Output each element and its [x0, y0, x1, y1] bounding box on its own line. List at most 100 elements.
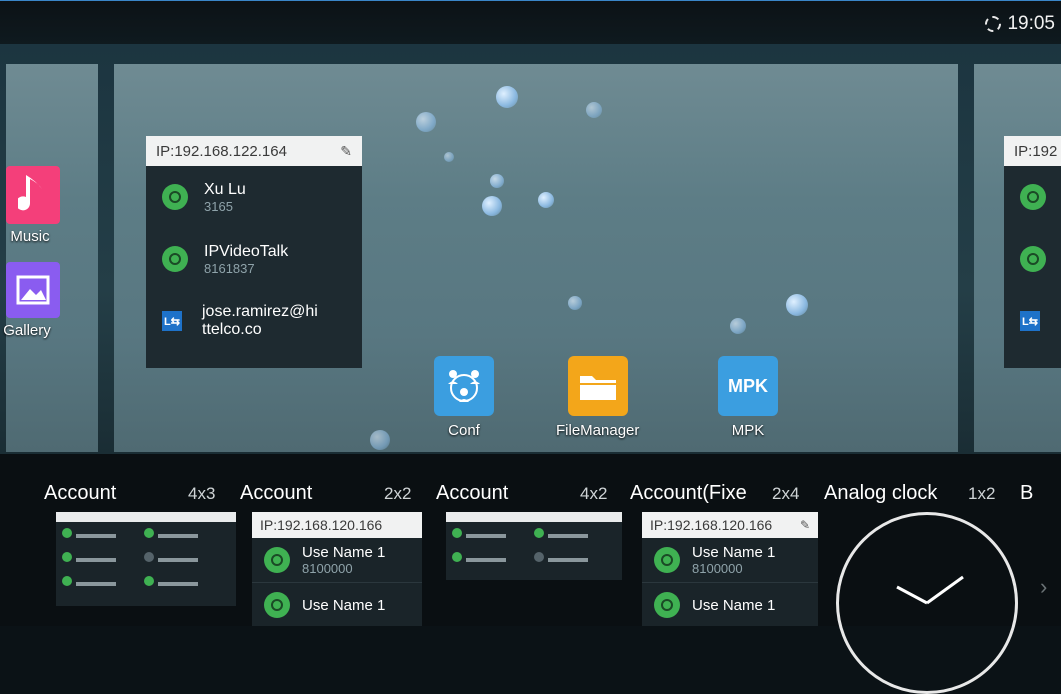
contact-icon — [162, 184, 188, 210]
preview-header — [446, 512, 622, 522]
preview-number: 8100000 — [692, 561, 743, 576]
account-ip-label: IP:192.168.122.164 — [156, 142, 287, 160]
wallpaper-bubble — [490, 174, 504, 188]
wallpaper-bubble — [416, 112, 436, 132]
widget-title: Account — [44, 482, 117, 504]
wallpaper-bubble — [568, 296, 582, 310]
contact-icon — [654, 547, 680, 573]
account-number: 3165 — [204, 198, 233, 214]
widget-title: Account — [240, 482, 313, 504]
app-music-label: Music — [10, 228, 50, 245]
account-row[interactable]: IPVideoTalk 8161837 — [146, 228, 362, 290]
widget-preview-account-2x2[interactable]: IP:192.168.120.166 Use Name 1 8100000 Use… — [252, 512, 422, 626]
preview-row — [56, 522, 236, 546]
pin-icon[interactable]: ✎ — [340, 143, 352, 160]
preview-header: IP:192.168.120.166 ✎ — [642, 512, 818, 538]
account-row[interactable] — [1004, 228, 1061, 290]
preview-name: Use Name 1 — [302, 596, 386, 614]
preview-row: Use Name 1 — [642, 583, 818, 626]
preview-row — [446, 522, 622, 546]
app-filemanager-label: FileManager — [556, 422, 640, 439]
lync-icon: L⇆ — [1020, 311, 1040, 331]
home-page-center[interactable]: IP:192.168.122.164 ✎ Xu Lu 3165 IPVideoT… — [114, 64, 958, 486]
status-clock: 19:05 — [985, 13, 1055, 35]
preview-ip: IP:192.168.120.166 — [650, 517, 773, 533]
preview-name: Use Name 1 — [302, 544, 386, 561]
account-ip-label: IP:192 — [1014, 142, 1058, 160]
account-widget-header: IP:192 — [1004, 136, 1061, 166]
wallpaper-bubble — [496, 86, 518, 108]
contact-icon — [264, 547, 290, 573]
status-bar: 19:05 — [0, 0, 1061, 45]
wallpaper-bubble — [538, 192, 554, 208]
widget-preview-account-4x3[interactable] — [56, 512, 236, 606]
pin-icon: ✎ — [799, 518, 810, 532]
app-mpk[interactable]: MPK MPK — [718, 356, 778, 439]
preview-name: Use Name 1 — [692, 544, 776, 561]
home-page-right[interactable]: IP:192 L⇆ — [974, 64, 1061, 452]
account-row[interactable]: L⇆ — [1004, 290, 1061, 352]
contact-icon — [1020, 184, 1046, 210]
wallpaper-bubble — [586, 102, 602, 118]
wallpaper-bubble — [730, 318, 746, 334]
widget-size: 1x2 — [968, 484, 996, 503]
lync-icon: L⇆ — [162, 311, 182, 331]
app-mpk-label: MPK — [731, 422, 765, 439]
account-name: IPVideoTalk — [204, 242, 289, 260]
account-number: 8161837 — [204, 260, 255, 276]
analog-clock-preview[interactable] — [836, 512, 1018, 694]
contact-icon — [264, 592, 290, 618]
preview-row: Use Name 1 — [252, 583, 422, 626]
app-music[interactable]: Music — [6, 166, 60, 245]
folder-icon — [567, 356, 628, 416]
chevron-right-icon[interactable]: › — [1040, 574, 1047, 600]
preview-header: IP:192.168.120.166 — [252, 512, 422, 538]
home-screen-pages: Music Gallery IP:192.168.122.164 ✎ Xu Lu… — [0, 44, 1061, 486]
contact-icon — [1020, 246, 1046, 272]
account-name: Xu Lu — [204, 180, 246, 198]
preview-row: Use Name 1 8100000 — [642, 538, 818, 583]
preview-name: Use Name 1 — [692, 596, 776, 614]
preview-ip: IP:192.168.120.166 — [260, 517, 383, 533]
gallery-image-icon — [6, 262, 60, 318]
app-gallery[interactable]: Gallery — [3, 262, 60, 339]
account-name: jose.ramirez@hi — [202, 303, 318, 320]
app-filemanager[interactable]: FileManager — [556, 356, 639, 439]
wallpaper-bubble — [444, 152, 454, 162]
preview-row: Use Name 1 8100000 — [252, 538, 422, 583]
account-row[interactable]: Xu Lu 3165 — [146, 166, 362, 228]
widget-preview-account-fixed[interactable]: IP:192.168.120.166 ✎ Use Name 1 8100000 Us… — [642, 512, 818, 626]
app-conf-label: Conf — [448, 422, 480, 439]
account-widget-partial[interactable]: IP:192 L⇆ — [1004, 136, 1061, 368]
widget-title: B — [1020, 482, 1034, 504]
preview-row — [446, 546, 622, 570]
home-page-left[interactable]: Music Gallery — [3, 64, 98, 452]
app-conf[interactable]: Conf — [434, 356, 494, 439]
account-widget-header: IP:192.168.122.164 ✎ — [146, 136, 362, 166]
preview-row — [56, 546, 236, 570]
widget-title: Analog clock — [824, 482, 938, 504]
clock-hands-icon — [896, 575, 964, 605]
widget-size: 4x2 — [580, 484, 608, 503]
widget-size: 2x4 — [772, 484, 800, 503]
music-note-icon — [6, 166, 60, 224]
preview-header — [56, 512, 236, 522]
account-row[interactable] — [1004, 166, 1061, 228]
account-row[interactable]: L⇆ jose.ramirez@hi ttelco.co — [146, 290, 362, 352]
wallpaper-bubble — [482, 196, 502, 216]
widget-preview-account-4x2[interactable] — [446, 512, 622, 580]
preview-row — [56, 570, 236, 594]
account-widget[interactable]: IP:192.168.122.164 ✎ Xu Lu 3165 IPVideoT… — [146, 136, 362, 368]
contact-icon — [654, 592, 680, 618]
sync-icon — [985, 16, 1002, 32]
preview-number: 8100000 — [302, 561, 353, 576]
mpk-icon: MPK — [718, 356, 778, 416]
conference-icon — [434, 356, 494, 416]
contact-icon — [162, 246, 188, 272]
widget-title: Account(Fixe — [630, 482, 747, 504]
status-time: 19:05 — [1007, 13, 1055, 34]
widget-title: Account — [436, 482, 509, 504]
widget-size: 4x3 — [188, 484, 216, 503]
app-gallery-label: Gallery — [3, 322, 51, 339]
wallpaper-bubble — [370, 430, 390, 450]
